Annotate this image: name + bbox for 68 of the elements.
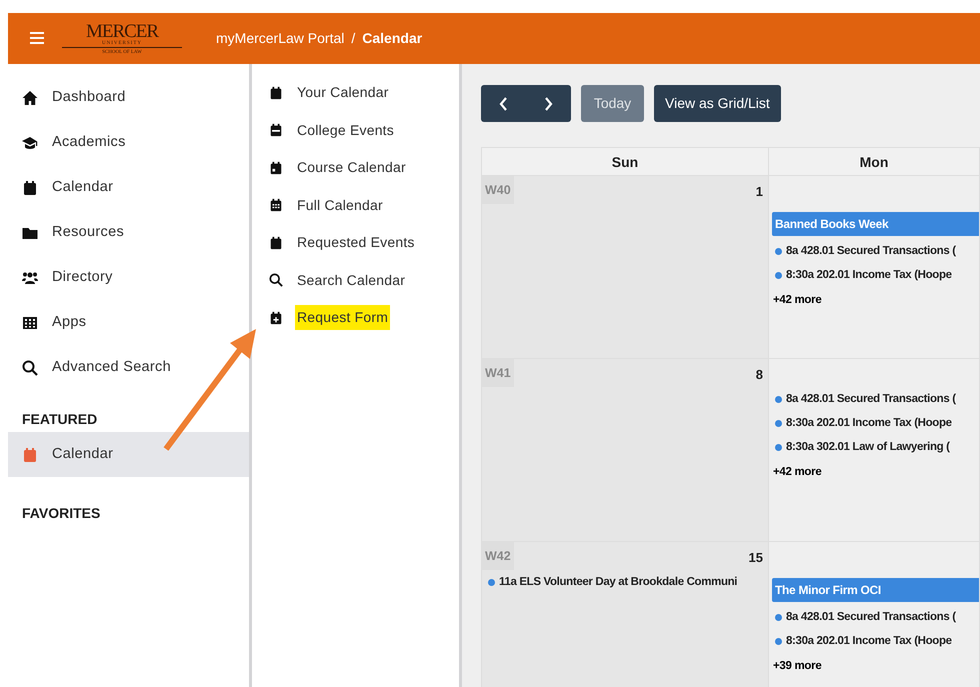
home-icon (22, 90, 38, 106)
calendar-icon (22, 446, 38, 462)
event-dot-icon (775, 396, 782, 402)
logo-title: MERCER (84, 22, 160, 41)
calendar-icon (269, 123, 283, 138)
sidebar-item[interactable]: Resources (8, 210, 249, 255)
event-item[interactable]: 8:30a 202.01 Income Tax (Hoope (769, 263, 979, 287)
event-item[interactable]: 8a 428.01 Secured Transactions ( (769, 387, 979, 411)
section-heading: FAVORITES (21, 504, 102, 523)
event-dot-icon (775, 444, 782, 450)
submenu-item[interactable]: Request Form (252, 299, 459, 336)
event-dot-icon (775, 638, 782, 644)
event-item[interactable]: 8:30a 302.01 Law of Lawyering ( (769, 435, 979, 459)
day-number: 15 (748, 550, 763, 565)
event-dot-icon (775, 420, 782, 426)
calendar-icon (22, 180, 38, 196)
event-banner[interactable]: The Minor Firm OCI (772, 578, 979, 602)
search-icon (22, 360, 38, 376)
submenu-item[interactable]: Course Calendar (252, 149, 459, 186)
event-dot-icon (775, 272, 782, 278)
sidebar-item[interactable]: Dashboard (8, 75, 249, 120)
sidebar-item[interactable]: Advanced Search (8, 345, 249, 390)
more-link[interactable]: +42 more (769, 460, 828, 482)
sidebar-item[interactable]: Calendar (8, 432, 249, 477)
more-link[interactable]: +42 more (769, 288, 828, 310)
day-header: Sun (482, 148, 769, 176)
event-dot-icon (775, 248, 782, 254)
section-heading: FEATURED (21, 410, 98, 429)
calendar-icon (269, 160, 283, 175)
calendar-plus-icon (269, 310, 283, 325)
event-item[interactable]: 8a 428.01 Secured Transactions ( (769, 239, 979, 263)
event-item[interactable]: 8:30a 202.01 Income Tax (Hoope (769, 411, 979, 435)
calendar-icon (269, 236, 283, 250)
submenu-item[interactable]: Requested Events (252, 224, 459, 262)
calendar-icon (269, 198, 283, 212)
week-number: W40 (482, 176, 514, 204)
day-number: 1 (756, 184, 763, 199)
submenu-item[interactable]: Search Calendar (252, 262, 459, 299)
event-dot-icon (488, 578, 495, 586)
more-link[interactable]: +39 more (769, 654, 828, 676)
event-dot-icon (775, 614, 782, 620)
sidebar-item[interactable]: Academics (8, 120, 249, 165)
submenu-item[interactable]: Full Calendar (252, 186, 459, 224)
sidebar-item[interactable]: Calendar (8, 165, 249, 210)
event-item[interactable]: 11a ELS Volunteer Day at Brookdale Communi (482, 570, 768, 594)
menu-icon (30, 32, 44, 44)
submenu-item[interactable]: College Events (252, 112, 459, 149)
sidebar-item[interactable]: Apps (8, 300, 249, 345)
week-number: W42 (482, 542, 514, 570)
event-banner[interactable]: Banned Books Week (772, 212, 979, 236)
breadcrumb-separator: / (351, 29, 356, 48)
view-toggle-button[interactable]: View as Grid/List (654, 85, 781, 122)
calendar-icon (269, 86, 283, 100)
submenu-item[interactable]: Your Calendar (252, 74, 459, 112)
search-icon (269, 273, 283, 288)
day-number: 8 (756, 367, 763, 382)
chevron-left-icon (499, 96, 508, 110)
grid-icon (22, 314, 38, 330)
day-header: Mon (769, 148, 980, 176)
event-item[interactable]: 8a 428.01 Secured Transactions ( (769, 605, 979, 629)
breadcrumb-current: Calendar (362, 29, 422, 48)
week-number: W41 (482, 359, 514, 387)
event-item[interactable]: 8:30a 202.01 Income Tax (Hoope (769, 629, 979, 653)
breadcrumb-link[interactable]: myMercerLaw Portal (216, 28, 344, 49)
chevron-right-icon (544, 96, 553, 110)
sidebar-item[interactable]: Directory (8, 255, 249, 300)
graduation-cap-icon (22, 134, 38, 150)
users-icon (22, 270, 38, 286)
